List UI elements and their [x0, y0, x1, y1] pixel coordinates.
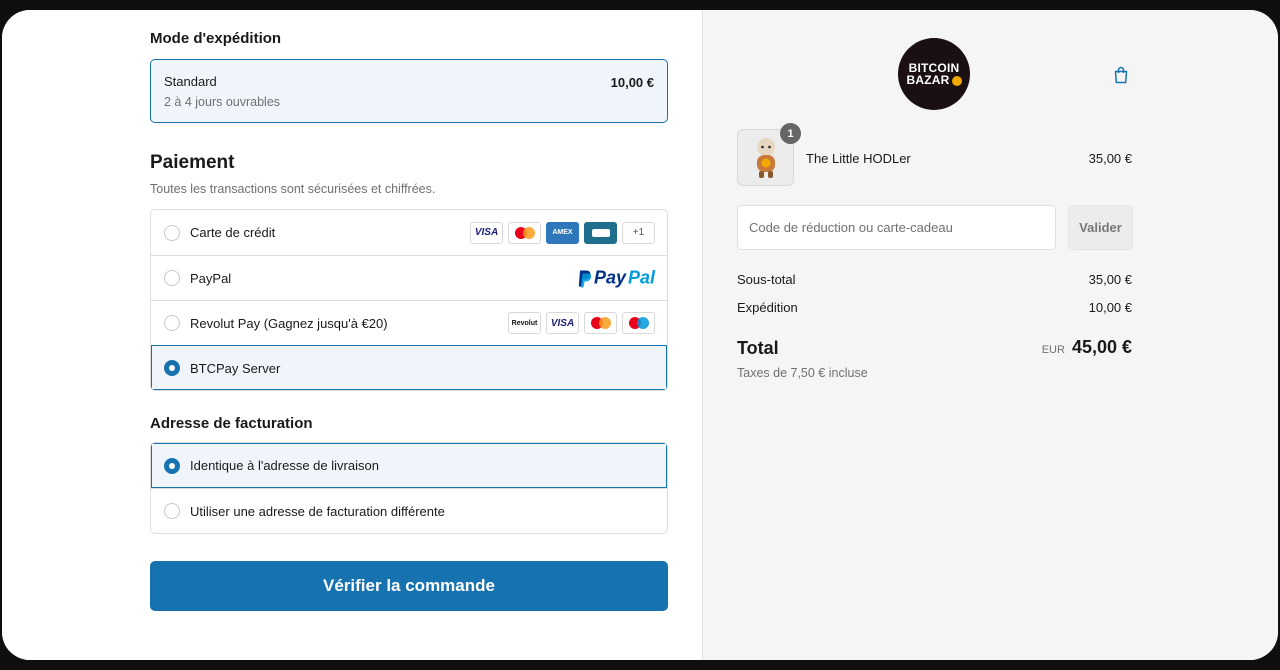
billing-option-same[interactable]: Identique à l'adresse de livraison — [151, 443, 667, 488]
product-name: The Little HODLer — [806, 151, 911, 166]
radio-btcpay[interactable] — [164, 360, 180, 376]
payment-options: Carte de crédit VISA AMEX +1 PayPal Pay … — [150, 209, 668, 391]
subtotal-label: Sous-total — [737, 272, 796, 287]
verify-order-button[interactable]: Vérifier la commande — [150, 561, 668, 611]
shipping-method-name: Standard — [164, 74, 217, 89]
amex-icon: AMEX — [546, 221, 579, 244]
mastercard-icon — [508, 221, 541, 244]
radio-billing-different[interactable] — [164, 503, 180, 519]
store-logo[interactable]: BITCOIN BAZAR — [898, 38, 970, 110]
payment-option-paypal[interactable]: PayPal Pay Pal — [151, 255, 667, 300]
shipping-heading: Mode d'expédition — [150, 30, 668, 47]
more-brands-badge: +1 — [622, 221, 655, 244]
billing-option-label: Identique à l'adresse de livraison — [190, 458, 379, 473]
maestro-icon — [622, 312, 655, 334]
shipping-method-box[interactable]: Standard 2 à 4 jours ouvrables 10,00 € — [150, 59, 668, 123]
shipping-value: 10,00 € — [1088, 300, 1132, 315]
radio-revolut[interactable] — [164, 315, 180, 331]
payment-section-heading: Paiement Toutes les transactions sont sé… — [150, 152, 668, 196]
shopping-bag-icon[interactable] — [1113, 66, 1129, 84]
revolut-brands: Revolut VISA — [508, 312, 655, 334]
billing-options: Identique à l'adresse de livraison Utili… — [150, 442, 668, 534]
paypal-wordmark-pal: Pal — [627, 267, 655, 288]
radio-credit-card[interactable] — [164, 224, 180, 241]
mastercard-icon — [584, 312, 617, 334]
tax-note: Taxes de 7,50 € incluse — [737, 366, 868, 380]
shipping-title: Mode d'expédition — [150, 30, 282, 47]
shipping-method-price: 10,00 € — [610, 75, 654, 90]
discount-code-input[interactable] — [737, 205, 1056, 250]
billing-heading: Adresse de facturation — [150, 415, 668, 432]
total-label: Total — [737, 338, 779, 358]
order-summary: BITCOIN BAZAR 1 The Little HODLer 35,00 … — [702, 10, 1278, 660]
total-value: 45,00 € — [1071, 337, 1132, 357]
radio-paypal[interactable] — [164, 270, 180, 286]
payment-option-label: BTCPay Server — [190, 360, 281, 376]
logo-line-2: BAZAR — [907, 74, 962, 86]
visa-icon: VISA — [470, 221, 503, 244]
payment-option-label: PayPal — [190, 270, 232, 286]
currency-code: EUR — [1041, 344, 1065, 356]
hodler-figure-icon — [756, 137, 775, 178]
quantity-badge: 1 — [780, 123, 801, 144]
subtotal-value: 35,00 € — [1088, 272, 1132, 287]
paypal-p-icon — [578, 270, 592, 287]
radio-billing-same[interactable] — [164, 457, 180, 474]
shipping-method-eta: 2 à 4 jours ouvrables — [164, 95, 281, 109]
billing-option-different[interactable]: Utiliser une adresse de facturation diff… — [151, 488, 667, 533]
cartes-bancaires-icon — [584, 221, 617, 244]
payment-option-credit-card[interactable]: Carte de crédit VISA AMEX +1 — [151, 210, 667, 255]
payment-title: Paiement — [150, 152, 235, 173]
billing-option-label: Utiliser une adresse de facturation diff… — [190, 503, 445, 519]
billing-title: Adresse de facturation — [150, 415, 313, 432]
payment-option-label: Carte de crédit — [190, 225, 276, 240]
product-price: 35,00 € — [1088, 151, 1132, 166]
paypal-wordmark-pay: Pay — [593, 267, 626, 288]
revolut-icon: Revolut — [508, 312, 541, 334]
bitcoin-icon — [951, 75, 962, 86]
payment-option-revolut[interactable]: Revolut Pay (Gagnez jusqu'à €20) Revolut… — [151, 300, 667, 345]
shipping-label: Expédition — [737, 300, 798, 315]
card-brands: VISA AMEX +1 — [470, 221, 655, 244]
payment-option-label: Revolut Pay (Gagnez jusqu'à €20) — [190, 315, 388, 331]
paypal-logo: Pay Pal — [578, 268, 655, 289]
visa-icon: VISA — [546, 312, 579, 334]
payment-subtitle: Toutes les transactions sont sécurisées … — [150, 182, 436, 196]
checkout-window: Mode d'expédition Standard 2 à 4 jours o… — [2, 10, 1278, 660]
total-amount: EUR 45,00 € — [1042, 337, 1132, 358]
apply-discount-button[interactable]: Valider — [1068, 205, 1133, 250]
checkout-form: Mode d'expédition Standard 2 à 4 jours o… — [2, 10, 702, 660]
payment-option-btcpay[interactable]: BTCPay Server — [151, 345, 667, 390]
